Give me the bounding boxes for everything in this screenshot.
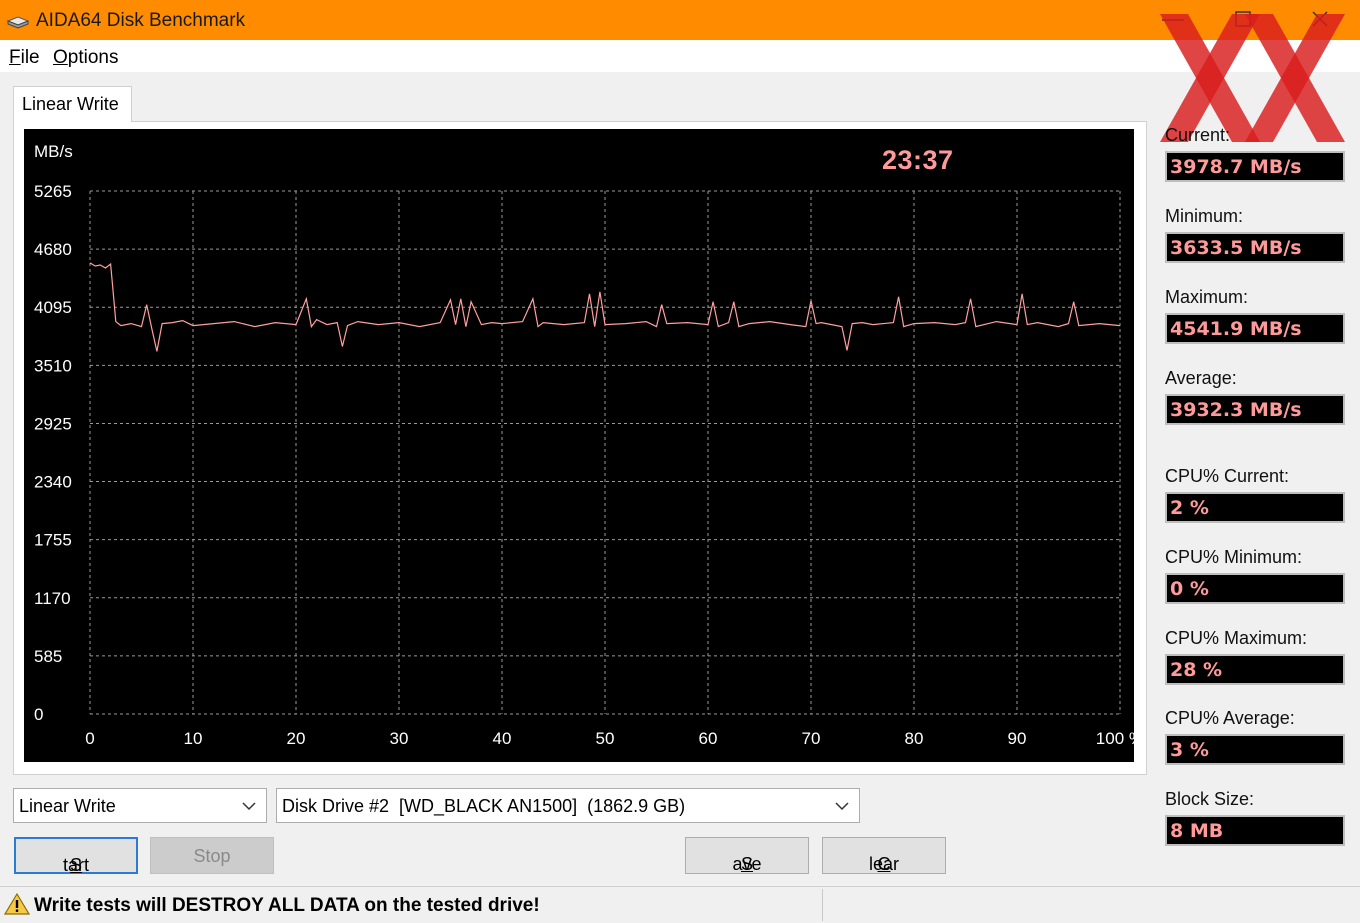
menu-options-label: ptions	[67, 47, 119, 68]
y-tick-label: 1170	[34, 589, 71, 608]
cpu-maximum-label: CPU% Maximum:	[1165, 628, 1308, 648]
maximum-value: 4541.9 MB/s	[1170, 318, 1302, 340]
x-tick-label: 50	[596, 729, 615, 748]
maximum-value-box: 4541.9 MB/s	[1165, 313, 1345, 344]
cpu-current-value: 2 %	[1170, 497, 1209, 519]
x-tick-label: 30	[390, 729, 409, 748]
cpu-average-label: CPU% Average:	[1165, 708, 1295, 728]
x-tick-label: 10	[184, 729, 203, 748]
cpu-minimum-label: CPU% Minimum:	[1165, 547, 1303, 567]
cpu-maximum-value-box: 28 %	[1165, 654, 1345, 685]
menu-file-label: ile	[20, 47, 40, 68]
title-bar: AIDA64 Disk Benchmark	[0, 0, 1360, 40]
y-tick-label: 3510	[34, 356, 72, 375]
drive-select[interactable]: Disk Drive #2 [WD_BLACK AN1500] (1862.9 …	[276, 788, 860, 823]
cpu-maximum-value: 28 %	[1170, 659, 1223, 681]
menu-options-accel: O	[53, 47, 68, 68]
warning-message: Write tests will DESTROY ALL DATA on the…	[34, 895, 540, 916]
save-rest: ave	[732, 854, 762, 874]
x-tick-label: 60	[699, 729, 718, 748]
average-label: Average:	[1165, 368, 1237, 388]
disk-drive-icon	[6, 16, 30, 29]
x-unit-label: 100 %	[1096, 729, 1134, 748]
menu-file-accel: F	[9, 47, 21, 68]
cpu-minimum-value-box: 0 %	[1165, 573, 1345, 604]
test-mode-value: Linear Write	[19, 796, 116, 816]
average-value-box: 3932.3 MB/s	[1165, 394, 1345, 425]
current-value: 3978.7 MB/s	[1170, 156, 1302, 178]
cpu-average-value: 3 %	[1170, 739, 1209, 761]
clear-button[interactable]: Clear	[822, 837, 946, 874]
y-tick-label: 5265	[34, 182, 72, 201]
y-tick-label: 585	[34, 647, 62, 666]
x-tick-label: 0	[85, 729, 94, 748]
y-axis-label: MB/s	[34, 142, 73, 161]
y-tick-label: 4680	[34, 240, 72, 259]
y-tick-label: 0	[34, 705, 43, 724]
tab-label: Linear Write	[22, 94, 119, 114]
maximum-label: Maximum:	[1165, 287, 1249, 307]
stop-button-label: Stop	[193, 846, 231, 866]
minimum-label: Minimum:	[1165, 206, 1244, 226]
start-rest: tart	[62, 855, 89, 875]
window-title: AIDA64 Disk Benchmark	[36, 10, 246, 31]
menu-options[interactable]: Options	[53, 47, 118, 69]
hardwareluxx-xx-logo-icon	[1160, 14, 1345, 142]
menu-file[interactable]: File	[9, 47, 40, 69]
x-tick-label: 80	[905, 729, 924, 748]
test-mode-select[interactable]: Linear Write	[13, 788, 267, 823]
average-value: 3932.3 MB/s	[1170, 399, 1302, 421]
x-tick-label: 40	[493, 729, 512, 748]
benchmark-chart: 0 585 1170 1755 2340 2925 3510 4095 4680 5265 0 10 2…	[24, 129, 1134, 762]
block-size-value-box: 8 MB	[1165, 815, 1345, 846]
y-tick-label: 1755	[34, 531, 72, 550]
menu-bar: File Options	[0, 40, 1360, 72]
cpu-minimum-value: 0 %	[1170, 578, 1209, 600]
cpu-current-label: CPU% Current:	[1165, 466, 1290, 486]
block-size-label: Block Size:	[1165, 789, 1255, 809]
y-tick-label: 2925	[34, 414, 72, 433]
chevron-down-icon	[242, 802, 256, 811]
stop-button[interactable]: Stop	[150, 837, 274, 874]
elapsed-timer: 23:37	[882, 145, 954, 175]
save-button[interactable]: Save	[685, 837, 809, 874]
y-tick-label: 2340	[34, 473, 72, 492]
x-tick-label: 90	[1008, 729, 1027, 748]
chevron-down-icon	[835, 802, 849, 811]
x-tick-label: 20	[287, 729, 306, 748]
status-divider	[822, 889, 823, 921]
tab-linear-write[interactable]: Linear Write	[13, 86, 132, 122]
cpu-average-value-box: 3 %	[1165, 734, 1345, 765]
x-tick-label: 70	[802, 729, 821, 748]
chart-svg: 0 585 1170 1755 2340 2925 3510 4095 4680 5265 0 10 2…	[34, 142, 1134, 748]
drive-value: Disk Drive #2 [WD_BLACK AN1500] (1862.9 …	[282, 796, 686, 816]
warning-icon	[4, 892, 30, 915]
clear-rest: lear	[868, 854, 899, 874]
current-value-box: 3978.7 MB/s	[1165, 151, 1345, 182]
minimum-value-box: 3633.5 MB/s	[1165, 232, 1345, 263]
block-size-value: 8 MB	[1170, 820, 1224, 842]
minimum-value: 3633.5 MB/s	[1170, 237, 1302, 259]
cpu-current-value-box: 2 %	[1165, 492, 1345, 523]
y-tick-label: 4095	[34, 298, 72, 317]
status-bar: Write tests will DESTROY ALL DATA on the…	[0, 886, 1360, 923]
start-button[interactable]: Start	[14, 837, 138, 875]
current-label: Current:	[1165, 125, 1231, 145]
